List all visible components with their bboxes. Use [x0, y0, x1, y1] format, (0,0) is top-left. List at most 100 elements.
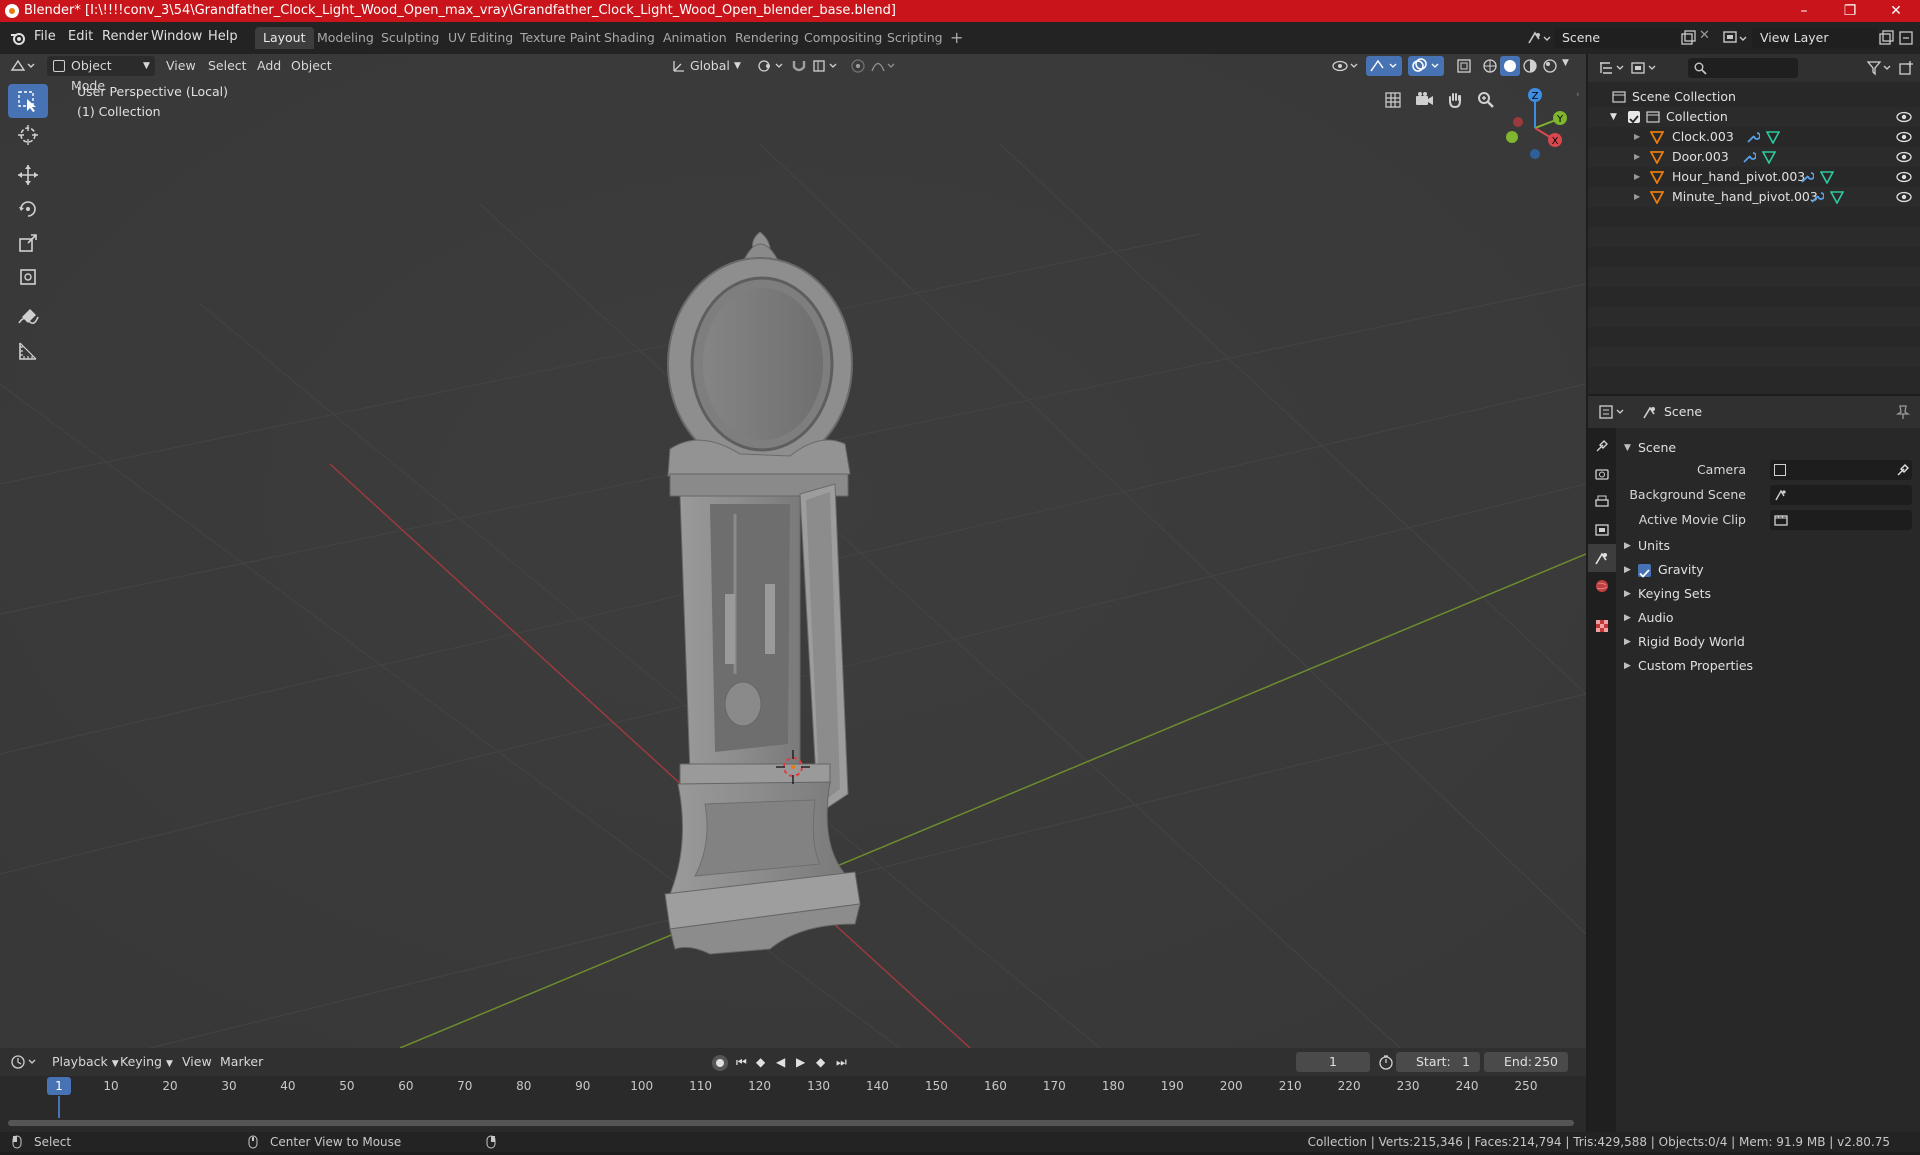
outliner-editor-type-icon[interactable] [1598, 60, 1626, 76]
play-icon[interactable]: ▶ [796, 1055, 805, 1069]
end-frame-field[interactable]: End: 250 [1484, 1052, 1568, 1072]
grandfather-clock-model[interactable] [650, 204, 870, 974]
solid-shading-icon[interactable] [1500, 56, 1520, 76]
pin-icon[interactable] [1895, 404, 1911, 424]
rotate-tool[interactable] [8, 192, 48, 226]
timeline-menu-playback[interactable]: Playback ▼ [46, 1052, 125, 1072]
jump-to-keyframe-back-icon[interactable]: ◆ [756, 1055, 765, 1069]
scale-tool[interactable] [8, 226, 48, 260]
tab-texture-paint[interactable]: Texture Paint [512, 27, 609, 49]
tab-tool[interactable] [1588, 432, 1616, 460]
expand-triangle-icon[interactable]: ▶ [1634, 147, 1640, 167]
outliner-object-row[interactable]: ▶ Clock.003 [1588, 127, 1920, 147]
view-layer-browse-icon[interactable] [1722, 29, 1748, 47]
jump-to-end-icon[interactable]: ⏭ [836, 1055, 847, 1070]
audio-panel-header[interactable]: ▶ Audio [1616, 606, 1920, 630]
timeline-menu-keying[interactable]: Keying ▼ [114, 1052, 179, 1072]
outliner-collection-row[interactable]: ▼ Collection [1588, 107, 1920, 127]
filter-funnel-icon[interactable] [1866, 60, 1894, 76]
transform-tool[interactable] [8, 260, 48, 294]
cursor-tool[interactable] [8, 118, 48, 152]
scene-name-field[interactable]: Scene [1554, 28, 1680, 48]
blender-menu-icon[interactable] [10, 31, 26, 45]
delete-scene-icon[interactable]: ✕ [1699, 28, 1713, 48]
falloff-curve-icon[interactable] [870, 58, 898, 74]
new-collection-icon[interactable] [1898, 60, 1914, 76]
tab-scene[interactable] [1588, 544, 1616, 572]
record-button[interactable] [712, 1055, 728, 1071]
tab-output[interactable] [1588, 488, 1616, 516]
timeline-ruler[interactable]: 10 20 30 40 50 60 70 80 90 100 110 120 130 140 150 160 1… [0, 1076, 1586, 1096]
eyedropper-icon[interactable] [1896, 463, 1910, 481]
stopwatch-icon[interactable] [1378, 1054, 1394, 1074]
menu-window[interactable]: Window [151, 29, 202, 44]
material-preview-icon[interactable] [1522, 58, 1538, 74]
tab-modeling[interactable]: Modeling [309, 27, 382, 49]
camera-view-icon[interactable] [1410, 86, 1438, 114]
jump-to-keyframe-forward-icon[interactable]: ◆ [816, 1055, 825, 1069]
wireframe-shading-icon[interactable] [1482, 58, 1498, 74]
expand-triangle-icon[interactable]: ▶ [1634, 187, 1640, 207]
show-overlays-toggle[interactable] [1408, 56, 1444, 76]
gravity-checkbox[interactable] [1638, 564, 1651, 578]
active-movie-clip-field[interactable] [1770, 510, 1912, 530]
tab-shading[interactable]: Shading [596, 27, 663, 49]
viewport-menu-select[interactable]: Select [202, 56, 253, 76]
tab-view-layer[interactable] [1588, 516, 1616, 544]
remove-view-layer-icon[interactable] [1898, 30, 1914, 46]
scene-browse-icon[interactable] [1526, 29, 1552, 47]
menu-render[interactable]: Render [102, 29, 148, 44]
keying-sets-panel-header[interactable]: ▶ Keying Sets [1616, 582, 1920, 606]
add-workspace-button[interactable]: + [942, 27, 971, 49]
properties-editor-type-icon[interactable] [1598, 404, 1626, 420]
viewport-menu-view[interactable]: View [160, 56, 202, 76]
menu-help[interactable]: Help [208, 29, 238, 44]
tab-animation[interactable]: Animation [655, 27, 735, 49]
tab-compositing[interactable]: Compositing [796, 27, 890, 49]
move-tool[interactable] [8, 158, 48, 192]
gravity-panel-header[interactable]: ▶ Gravity [1616, 558, 1920, 582]
new-scene-icon[interactable] [1680, 30, 1696, 46]
timeline-menu-view[interactable]: View [176, 1052, 218, 1072]
object-mode-dropdown[interactable]: Object Mode ▼ [47, 56, 155, 93]
timeline-editor-type-icon[interactable] [10, 1054, 38, 1070]
tab-scripting[interactable]: Scripting [879, 27, 951, 49]
pivot-point-icon[interactable] [756, 58, 786, 74]
xray-toggle-icon[interactable] [1456, 58, 1472, 74]
units-panel-header[interactable]: ▶ Units [1616, 534, 1920, 558]
tab-layout[interactable]: Layout [255, 27, 314, 49]
minimize-button[interactable]: – [1781, 0, 1827, 22]
viewport-menu-object[interactable]: Object [285, 56, 338, 76]
outliner-object-row[interactable]: ▶ Hour_hand_pivot.003 [1588, 167, 1920, 187]
background-scene-field[interactable] [1770, 485, 1912, 505]
pan-hand-icon[interactable] [1441, 86, 1469, 114]
snap-magnet-icon[interactable] [790, 58, 808, 74]
snap-target-icon[interactable] [812, 58, 842, 74]
rendered-shading-icon[interactable] [1542, 58, 1558, 74]
custom-properties-panel-header[interactable]: ▶ Custom Properties [1616, 654, 1920, 678]
rigid-body-world-panel-header[interactable]: ▶ Rigid Body World [1616, 630, 1920, 654]
proportional-edit-icon[interactable] [850, 58, 866, 74]
select-box-tool[interactable] [8, 84, 48, 118]
viewport-menu-add[interactable]: Add [251, 56, 287, 76]
play-reverse-icon[interactable]: ◀ [776, 1055, 785, 1069]
view-layer-name-field[interactable]: View Layer [1752, 28, 1878, 48]
timeline-menu-marker[interactable]: Marker [214, 1052, 269, 1072]
outliner-object-row[interactable]: ▶ Door.003 [1588, 147, 1920, 167]
object-type-visibility-icon[interactable] [1331, 58, 1361, 74]
playhead-frame-indicator[interactable]: 1 [47, 1077, 71, 1095]
new-view-layer-icon[interactable] [1878, 30, 1894, 46]
navigation-gizmo[interactable]: Z Y X [1494, 82, 1574, 172]
show-gizmo-toggle[interactable] [1366, 56, 1402, 76]
maximize-button[interactable]: ❐ [1827, 0, 1873, 22]
menu-file[interactable]: File [34, 29, 56, 44]
outliner-search-input[interactable] [1688, 58, 1798, 78]
transform-orientation-dropdown[interactable]: Global ▼ [668, 56, 746, 76]
sidebar-toggle-icon[interactable]: ‹ [1576, 90, 1580, 100]
tab-uv-editing[interactable]: UV Editing [440, 27, 521, 49]
tab-rendering[interactable]: Rendering [727, 27, 807, 49]
tab-sculpting[interactable]: Sculpting [373, 27, 447, 49]
measure-tool[interactable] [8, 334, 48, 368]
editor-type-icon[interactable] [10, 58, 36, 74]
jump-to-start-icon[interactable]: ⏮ [736, 1055, 747, 1070]
